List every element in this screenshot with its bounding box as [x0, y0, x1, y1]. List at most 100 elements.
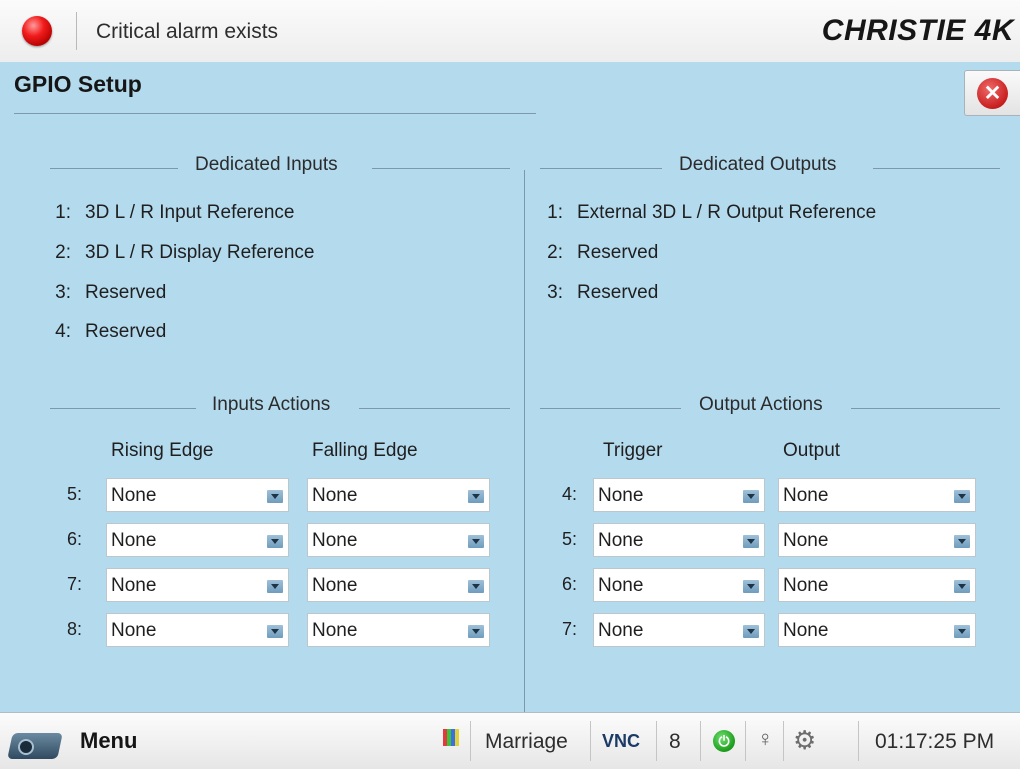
gear-icon[interactable]: ⚙ [793, 725, 816, 756]
dedicated-outputs-heading: Dedicated Outputs [540, 154, 1000, 184]
dropdown-value: None [111, 620, 157, 641]
row-number: 6: [562, 574, 578, 594]
chevron-down-icon[interactable] [954, 535, 970, 548]
trigger-dropdown[interactable]: None [593, 478, 765, 512]
falling-edge-dropdown[interactable]: None [307, 523, 490, 557]
dedicated-input-item: 2: 3D L / R Display Reference [45, 242, 315, 264]
rising-edge-header: Rising Edge [111, 440, 214, 461]
rising-edge-dropdown[interactable]: None [106, 568, 289, 602]
chevron-down-icon[interactable] [743, 580, 759, 593]
dedicated-inputs-heading: Dedicated Inputs [50, 154, 510, 184]
vnc-indicator[interactable]: VNC [602, 731, 640, 752]
output-dropdown[interactable]: None [778, 478, 976, 512]
trigger-dropdown[interactable]: None [593, 568, 765, 602]
dropdown-value: None [111, 575, 157, 596]
divider [540, 168, 662, 169]
dropdown-value: None [783, 575, 829, 596]
dropdown-value: None [312, 485, 358, 506]
chevron-down-icon[interactable] [954, 625, 970, 638]
output-dropdown[interactable]: None [778, 523, 976, 557]
dropdown-value: None [783, 530, 829, 551]
alarm-status-text[interactable]: Critical alarm exists [96, 20, 278, 44]
projector-icon[interactable] [7, 729, 66, 763]
dropdown-value: None [598, 485, 644, 506]
dropdown-value: None [111, 485, 157, 506]
projector-body [7, 733, 63, 759]
output-dropdown[interactable]: None [778, 613, 976, 647]
chevron-down-icon[interactable] [743, 535, 759, 548]
lightbulb-icon[interactable]: ♀ [757, 726, 774, 752]
output-dropdown[interactable]: None [778, 568, 976, 602]
gpio-setup-panel: GPIO Setup ✕ Dedicated Inputs Dedicated … [0, 62, 1020, 728]
section-label: Output Actions [699, 394, 823, 415]
dropdown-value: None [312, 620, 358, 641]
inputs-actions-heading: Inputs Actions [50, 394, 510, 424]
channel-indicator[interactable]: 8 [669, 730, 681, 754]
chevron-down-icon[interactable] [267, 625, 283, 638]
row-number: 7: [562, 619, 578, 639]
chevron-down-icon[interactable] [954, 580, 970, 593]
divider [540, 408, 681, 409]
item-label: Reserved [577, 282, 659, 303]
chevron-down-icon[interactable] [468, 490, 484, 503]
item-number: 1: [547, 202, 563, 223]
falling-edge-dropdown[interactable]: None [307, 613, 490, 647]
chevron-down-icon[interactable] [743, 490, 759, 503]
chevron-down-icon[interactable] [267, 580, 283, 593]
item-label: 3D L / R Display Reference [85, 242, 315, 263]
menu-button[interactable]: Menu [80, 728, 137, 754]
alarm-led-icon[interactable] [22, 16, 52, 46]
dropdown-value: None [312, 575, 358, 596]
row-number: 7: [67, 574, 83, 594]
marriage-status[interactable]: Marriage [485, 730, 568, 754]
item-number: 2: [55, 242, 71, 263]
divider [745, 721, 746, 761]
divider [50, 408, 196, 409]
power-icon[interactable]: ⏻ [713, 730, 735, 752]
brand-logo: CHRISTIE 4K [821, 14, 1014, 47]
chevron-down-icon[interactable] [267, 490, 283, 503]
divider [656, 721, 657, 761]
divider [470, 721, 471, 761]
row-number: 5: [562, 529, 578, 549]
item-label: 3D L / R Input Reference [85, 202, 295, 223]
output-actions-heading: Output Actions [540, 394, 1000, 424]
trigger-header: Trigger [603, 440, 663, 461]
dropdown-value: None [598, 620, 644, 641]
chevron-down-icon[interactable] [468, 625, 484, 638]
chevron-down-icon[interactable] [954, 490, 970, 503]
rising-edge-dropdown[interactable]: None [106, 613, 289, 647]
item-number: 1: [55, 202, 71, 223]
chevron-down-icon[interactable] [267, 535, 283, 548]
title-underline [14, 113, 536, 114]
divider [851, 408, 1000, 409]
close-button[interactable]: ✕ [964, 70, 1020, 116]
projector-lens [18, 739, 34, 755]
trigger-dropdown[interactable]: None [593, 613, 765, 647]
divider [76, 12, 77, 50]
dropdown-value: None [783, 620, 829, 641]
divider [873, 168, 1000, 169]
close-icon: ✕ [977, 78, 1008, 109]
trigger-dropdown[interactable]: None [593, 523, 765, 557]
row-number: 5: [67, 484, 83, 504]
item-number: 4: [55, 321, 71, 342]
dedicated-output-item: 2: Reserved [537, 242, 658, 264]
divider [50, 168, 178, 169]
item-number: 2: [547, 242, 563, 263]
falling-edge-dropdown[interactable]: None [307, 478, 490, 512]
column-divider [524, 170, 525, 728]
falling-edge-dropdown[interactable]: None [307, 568, 490, 602]
rising-edge-dropdown[interactable]: None [106, 478, 289, 512]
test-pattern-icon[interactable] [443, 729, 460, 746]
divider [858, 721, 859, 761]
item-number: 3: [547, 282, 563, 303]
clock: 01:17:25 PM [875, 730, 995, 753]
chevron-down-icon[interactable] [743, 625, 759, 638]
status-bar: Critical alarm exists CHRISTIE 4K [0, 0, 1020, 63]
falling-edge-header: Falling Edge [312, 440, 418, 461]
chevron-down-icon[interactable] [468, 535, 484, 548]
divider [359, 408, 510, 409]
rising-edge-dropdown[interactable]: None [106, 523, 289, 557]
chevron-down-icon[interactable] [468, 580, 484, 593]
